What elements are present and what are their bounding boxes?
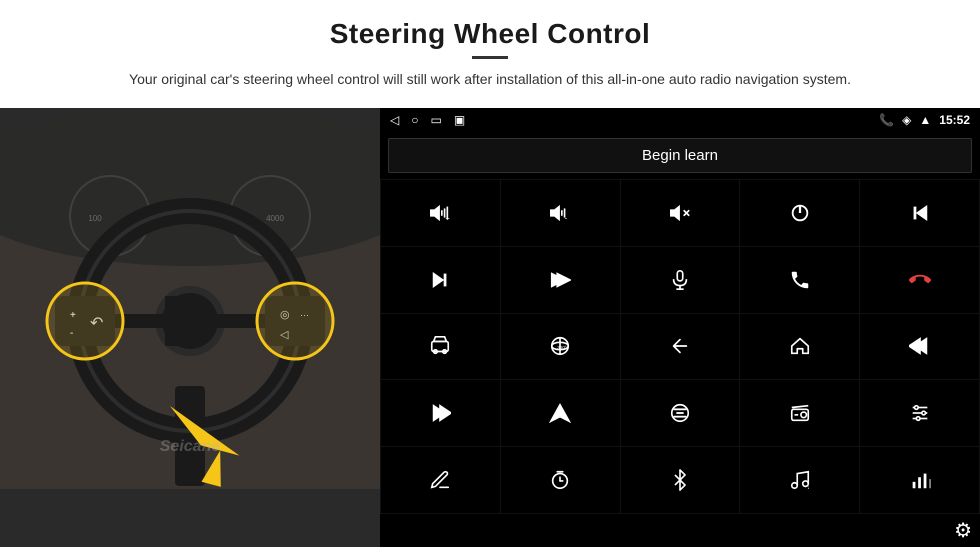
power-button[interactable] <box>740 180 859 246</box>
view360-button[interactable]: 360° <box>501 314 620 380</box>
status-left: ◁ ○ ▭ ▣ <box>390 113 465 127</box>
sliders-button[interactable] <box>860 380 979 446</box>
hang-up-button[interactable] <box>860 247 979 313</box>
content-area: 100 4000 ● + - ↶ <box>0 108 980 547</box>
vol-mute-button[interactable] <box>621 180 740 246</box>
steering-wheel-area: 100 4000 ● + - ↶ <box>0 108 380 547</box>
svg-text:4000: 4000 <box>266 214 284 223</box>
phone-button[interactable] <box>740 247 859 313</box>
bluetooth-button[interactable] <box>621 447 740 513</box>
bars-button[interactable] <box>860 447 979 513</box>
settings-gear-button[interactable]: ⚙ <box>954 518 972 543</box>
edit-button[interactable] <box>381 447 500 513</box>
status-bar: ◁ ○ ▭ ▣ 📞 ◈ ▲ 15:52 <box>380 108 980 132</box>
svg-text:+: + <box>446 213 450 222</box>
status-time: 15:52 <box>939 113 970 127</box>
icons-grid: + - <box>380 179 980 514</box>
svg-text:-: - <box>565 213 568 222</box>
begin-learn-button[interactable]: Begin learn <box>388 138 972 173</box>
back-arrow-icon[interactable]: ◁ <box>390 113 399 127</box>
car-button[interactable] <box>381 314 500 380</box>
skip-back-button[interactable] <box>860 314 979 380</box>
mic-button[interactable] <box>621 247 740 313</box>
prev-track-button[interactable] <box>860 180 979 246</box>
svg-text:♩: ♩ <box>807 485 811 491</box>
home-circle-icon[interactable]: ○ <box>411 113 418 127</box>
location-icon: ◈ <box>902 113 911 127</box>
status-right: 📞 ◈ ▲ 15:52 <box>879 113 970 127</box>
next-track-button[interactable] <box>381 247 500 313</box>
equalizer-button[interactable] <box>621 380 740 446</box>
android-panel: ◁ ○ ▭ ▣ 📞 ◈ ▲ 15:52 Begin learn <box>380 108 980 547</box>
home-button[interactable] <box>740 314 859 380</box>
vol-down-button[interactable]: - <box>501 180 620 246</box>
radio-button[interactable] <box>740 380 859 446</box>
settings-row: ⚙ <box>380 514 980 547</box>
signal-icon: ▣ <box>454 113 465 127</box>
timer-button[interactable] <box>501 447 620 513</box>
page-container: Steering Wheel Control Your original car… <box>0 0 980 547</box>
nav-button[interactable] <box>501 380 620 446</box>
header-section: Steering Wheel Control Your original car… <box>0 0 980 100</box>
phone-status-icon: 📞 <box>879 113 894 127</box>
title-divider <box>472 56 508 59</box>
page-title: Steering Wheel Control <box>40 18 940 50</box>
square-icon[interactable]: ▭ <box>430 113 441 127</box>
vol-up-button[interactable]: + <box>381 180 500 246</box>
begin-learn-row: Begin learn <box>380 132 980 179</box>
svg-text:100: 100 <box>88 214 102 223</box>
music-button[interactable]: ♩ <box>740 447 859 513</box>
wifi-icon: ▲ <box>919 113 931 127</box>
subtitle: Your original car's steering wheel contr… <box>100 69 880 90</box>
fast-fwd-button[interactable] <box>381 380 500 446</box>
back-button[interactable] <box>621 314 740 380</box>
svg-text:Seicane: Seicane <box>160 438 221 455</box>
svg-text:360°: 360° <box>557 345 567 350</box>
shuffle-button[interactable] <box>501 247 620 313</box>
